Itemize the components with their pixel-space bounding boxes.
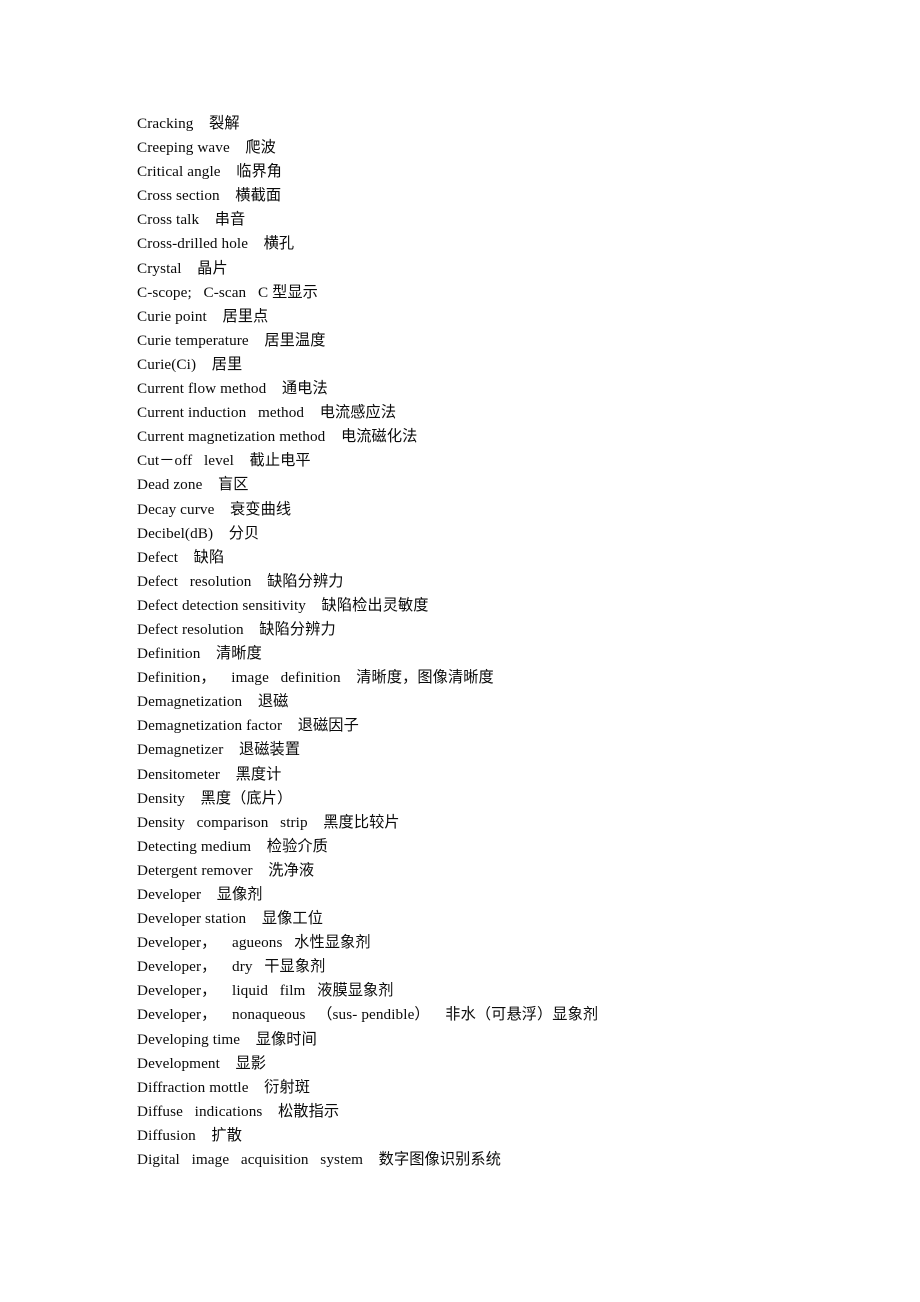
- glossary-entry-list: Cracking 裂解 Creeping wave 爬波 Critical angl…: [137, 112, 897, 1172]
- glossary-entry: Creeping wave 爬波: [137, 139, 276, 157]
- glossary-entry: Digital image acquisition system 数字图像识别系…: [137, 1151, 501, 1169]
- glossary-entry: Density comparison strip 黑度比较片: [137, 813, 400, 831]
- glossary-entry: Diffusion 扩散: [137, 1126, 243, 1144]
- glossary-entry: Cracking 裂解: [137, 115, 240, 132]
- glossary-entry: Current magnetization method 电流磁化法: [137, 428, 418, 446]
- glossary-entry: Diffuse indications 松散指示: [137, 1102, 340, 1120]
- glossary-entry: Demagnetization 退磁: [137, 693, 289, 711]
- document-page: Cracking 裂解 Creeping wave 爬波 Critical angl…: [0, 0, 920, 1302]
- glossary-entry: Curie temperature 居里温度: [137, 331, 326, 349]
- glossary-entry: Developer， agueons 水性显象剂: [137, 934, 371, 952]
- glossary-entry: Development 显影: [137, 1054, 267, 1072]
- glossary-entry: Current induction method 电流感应法: [137, 404, 397, 422]
- glossary-entry: Developer， nonaqueous （sus- pendible） 非水…: [137, 1006, 599, 1024]
- glossary-entry: Cross-drilled hole 横孔: [137, 235, 295, 253]
- glossary-entry: Developer 显像剂: [137, 886, 263, 903]
- glossary-entry: Cross section 横截面: [137, 187, 282, 205]
- glossary-entry: Detecting medium 检验介质: [137, 837, 328, 855]
- glossary-entry: Demagnetizer 退磁装置: [137, 741, 301, 759]
- glossary-entry: C-scope; C-scan C 型显示: [137, 283, 318, 301]
- glossary-entry: Current flow method 通电法: [137, 380, 328, 398]
- glossary-entry: Defect detection sensitivity 缺陷检出灵敏度: [137, 596, 429, 614]
- glossary-entry: Cross talk 串音: [137, 211, 246, 229]
- glossary-entry: Cut－off level 截止电平: [137, 452, 311, 470]
- glossary-entry: Crystal 晶片: [137, 259, 228, 277]
- glossary-entry: Dead zone 盲区: [137, 476, 249, 494]
- glossary-entry: Density 黑度（底片）: [137, 789, 293, 807]
- glossary-entry: Detergent remover 洗净液: [137, 861, 315, 879]
- glossary-entry: Densitometer 黑度计: [137, 765, 282, 783]
- glossary-entry: Developer， liquid film 液膜显象剂: [137, 982, 394, 1000]
- glossary-entry: Critical angle 临界角: [137, 163, 283, 181]
- glossary-entry: Developing time 显像时间: [137, 1030, 317, 1048]
- glossary-entry: Diffraction mottle 衍射斑: [137, 1078, 311, 1096]
- glossary-entry: Developer station 显像工位: [137, 910, 323, 928]
- glossary-entry: Definition， image definition 清晰度，图像清晰度: [137, 669, 494, 687]
- glossary-entry: Decibel(dB) 分贝: [137, 524, 260, 542]
- glossary-entry: Curie point 居里点: [137, 307, 269, 325]
- glossary-entry: Defect resolution 缺陷分辨力: [137, 620, 336, 638]
- glossary-entry: Curie(Ci) 居里: [137, 355, 243, 373]
- glossary-entry: Developer， dry 干显象剂: [137, 958, 326, 976]
- glossary-entry: Definition 清晰度: [137, 645, 262, 663]
- glossary-entry: Decay curve 衰变曲线: [137, 500, 292, 518]
- glossary-entry: Defect 缺陷: [137, 548, 225, 566]
- glossary-entry: Defect resolution 缺陷分辨力: [137, 572, 344, 590]
- glossary-entry: Demagnetization factor 退磁因子: [137, 717, 359, 735]
